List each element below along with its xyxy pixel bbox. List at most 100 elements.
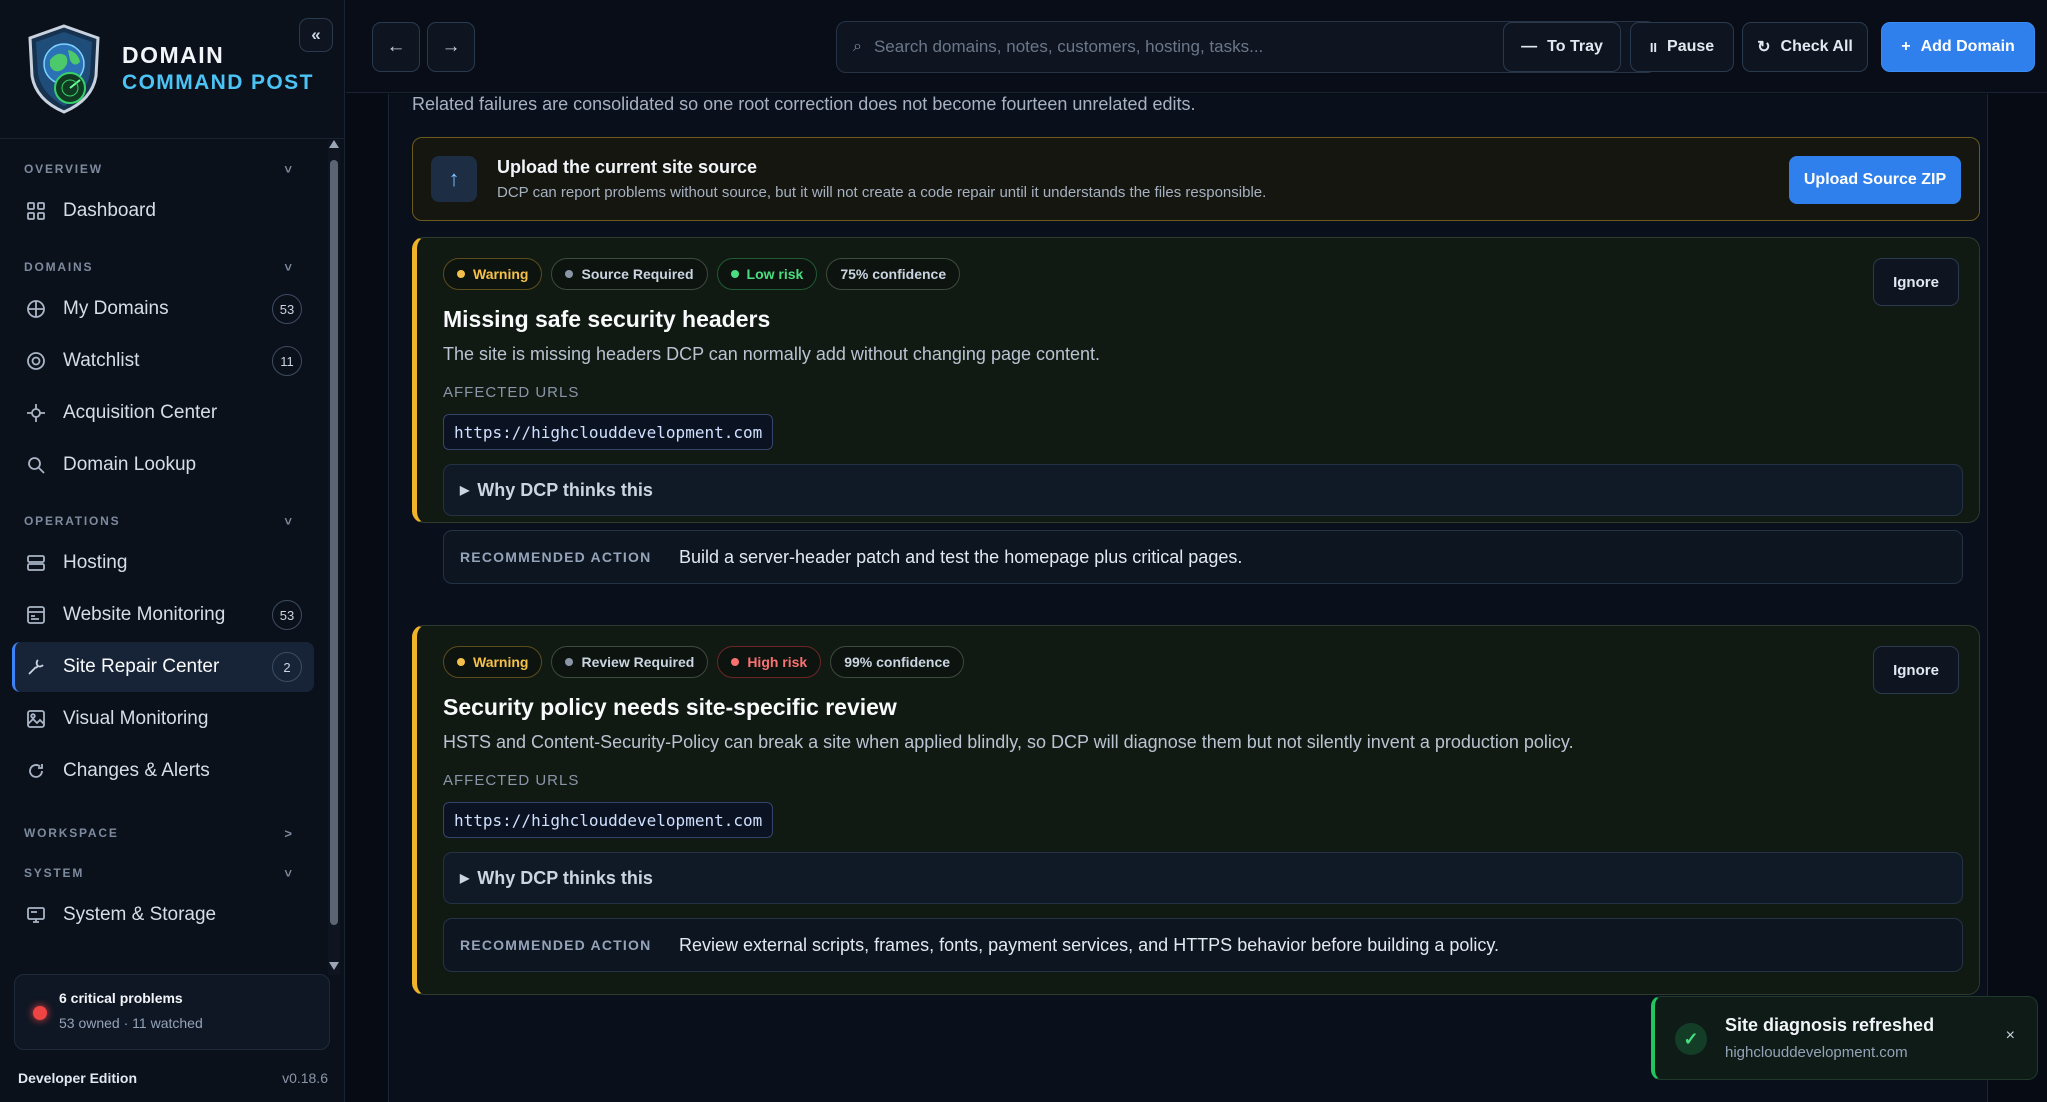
affected-url[interactable]: https://highclouddevelopment.com: [443, 802, 774, 838]
recommended-action-label: RECOMMENDED ACTION: [460, 937, 652, 953]
pause-button[interactable]: II Pause: [1630, 22, 1734, 72]
ignore-button[interactable]: Ignore: [1873, 258, 1959, 306]
sidebar-item-dashboard[interactable]: Dashboard: [12, 186, 314, 236]
status-dot-icon: [565, 270, 574, 278]
top-bar: ← → ⌕ — To Tray II Pause ↻ Check All + Add D…: [346, 0, 2047, 93]
sidebar-item-label: Website Monitoring: [63, 604, 226, 625]
recommended-action-label: RECOMMENDED ACTION: [460, 549, 652, 565]
chevron-down-icon: ˅: [284, 161, 292, 177]
confidence-pill: 99% confidence: [830, 646, 965, 678]
sidebar-item-my-domains[interactable]: My Domains 53: [12, 284, 314, 334]
monitor-icon: [25, 604, 47, 626]
to-tray-button[interactable]: — To Tray: [1503, 22, 1621, 72]
section-label: WORKSPACE: [24, 826, 119, 840]
brand: DOMAIN COMMAND POST: [26, 24, 314, 114]
risk-pill: Low risk: [716, 258, 818, 290]
section-label: SYSTEM: [24, 866, 85, 880]
status-title: 6 critical problems: [59, 990, 183, 1006]
issue-tags: Warning Review Required High risk 99% co…: [443, 646, 965, 678]
sidebar-item-watchlist[interactable]: Watchlist 11: [12, 336, 314, 386]
requirement-pill: Review Required: [551, 646, 709, 678]
sidebar: DOMAIN COMMAND POST « OVERVIEW ˅ Dashboar…: [0, 0, 345, 1102]
divider: [0, 138, 345, 139]
button-label: To Tray: [1547, 38, 1603, 55]
computer-icon: [25, 904, 47, 926]
caret-right-icon: ▶: [460, 871, 470, 885]
back-button[interactable]: ←: [372, 22, 420, 72]
sidebar-footer: Developer Edition v0.18.6: [18, 1070, 328, 1086]
section-workspace[interactable]: WORKSPACE >: [0, 822, 328, 844]
pill-label: Warning: [473, 654, 529, 670]
check-icon: ✓: [1675, 1023, 1707, 1055]
add-domain-button[interactable]: + Add Domain: [1881, 22, 2035, 72]
image-icon: [25, 708, 47, 730]
upload-subtitle: DCP can report problems without source, …: [497, 184, 1267, 201]
severity-pill: Warning: [443, 646, 543, 678]
sidebar-item-acquisition-center[interactable]: Acquisition Center: [12, 388, 314, 438]
section-operations[interactable]: OPERATIONS ˅: [0, 510, 328, 532]
issue-card: Warning Source Required Low risk 75% con…: [412, 237, 1980, 584]
status-summary-card[interactable]: 6 critical problems 53 owned · 11 watche…: [14, 974, 330, 1050]
pill-label: Warning: [473, 266, 529, 282]
brand-title: DOMAIN: [122, 42, 225, 68]
confidence-pill: 75% confidence: [826, 258, 961, 290]
requirement-pill: Source Required: [551, 258, 708, 290]
toast-subtitle: highclouddevelopment.com: [1725, 1044, 1908, 1061]
pill-label: Review Required: [581, 654, 695, 670]
sidebar-item-site-repair-center[interactable]: Site Repair Center 2: [12, 642, 314, 692]
grid-icon: [25, 200, 47, 222]
collapse-sidebar-button[interactable]: «: [299, 18, 333, 52]
section-system[interactable]: SYSTEM ˅: [0, 862, 328, 884]
sidebar-item-visual-monitoring[interactable]: Visual Monitoring: [12, 694, 314, 744]
affected-url[interactable]: https://highclouddevelopment.com: [443, 414, 774, 450]
sidebar-item-website-monitoring[interactable]: Website Monitoring 53: [12, 590, 314, 640]
close-icon[interactable]: ×: [2006, 1027, 2015, 1045]
ignore-button[interactable]: Ignore: [1873, 646, 1959, 694]
status-dot-icon: [457, 658, 465, 666]
sidebar-item-label: System & Storage: [63, 904, 217, 925]
why-dcp-thinks-this-toggle[interactable]: ▶ Why DCP thinks this: [443, 464, 1963, 516]
sidebar-scrollbar[interactable]: [328, 140, 340, 975]
issue-description: HSTS and Content-Security-Policy can bre…: [443, 732, 1574, 752]
pill-label: Low risk: [746, 266, 804, 282]
severity-pill: Warning: [443, 258, 543, 290]
version-label: v0.18.6: [282, 1070, 328, 1086]
search-icon: [25, 454, 47, 476]
scrollbar-thumb[interactable]: [330, 160, 338, 925]
scroll-down-arrow-icon[interactable]: [329, 962, 339, 970]
upload-source-zip-button[interactable]: Upload Source ZIP: [1789, 156, 1961, 204]
critical-status-dot-icon: [33, 1006, 47, 1020]
sidebar-item-label: Domain Lookup: [63, 454, 197, 475]
status-subtitle: 53 owned · 11 watched: [59, 1015, 203, 1031]
toast-notification: ✓ Site diagnosis refreshed highclouddeve…: [1651, 996, 2038, 1080]
status-dot-icon: [730, 270, 739, 278]
issue-description: The site is missing headers DCP can norm…: [443, 344, 1101, 364]
section-label: DOMAINS: [24, 260, 94, 274]
edition-label: Developer Edition: [18, 1070, 138, 1086]
pause-icon: II: [1649, 39, 1658, 55]
count-badge: 53: [272, 294, 302, 324]
scroll-up-arrow-icon[interactable]: [329, 140, 339, 148]
caret-right-icon: ▶: [460, 483, 470, 497]
status-dot-icon: [457, 270, 465, 278]
sidebar-item-label: Dashboard: [63, 200, 156, 221]
section-domains[interactable]: DOMAINS ˅: [0, 256, 328, 278]
section-overview[interactable]: OVERVIEW ˅: [0, 158, 328, 180]
count-badge: 53: [272, 600, 302, 630]
sidebar-item-hosting[interactable]: Hosting: [12, 538, 314, 588]
recommended-action-text: Review external scripts, frames, fonts, …: [679, 934, 1500, 955]
shield-globe-logo-icon: [28, 24, 100, 114]
pill-label: Source Required: [581, 266, 694, 282]
sidebar-item-label: Watchlist: [63, 350, 140, 371]
forward-button[interactable]: →: [427, 22, 475, 72]
risk-pill: High risk: [717, 646, 822, 678]
sidebar-item-label: Visual Monitoring: [63, 708, 209, 729]
sidebar-item-system-storage[interactable]: System & Storage: [12, 890, 314, 940]
sidebar-item-changes-alerts[interactable]: Changes & Alerts: [12, 746, 314, 796]
server-icon: [25, 552, 47, 574]
status-dot-icon: [731, 658, 740, 666]
check-all-button[interactable]: ↻ Check All: [1742, 22, 1868, 72]
intro-text: Related failures are consolidated so one…: [412, 94, 1196, 114]
sidebar-item-domain-lookup[interactable]: Domain Lookup: [12, 440, 314, 490]
why-dcp-thinks-this-toggle[interactable]: ▶ Why DCP thinks this: [443, 852, 1963, 904]
